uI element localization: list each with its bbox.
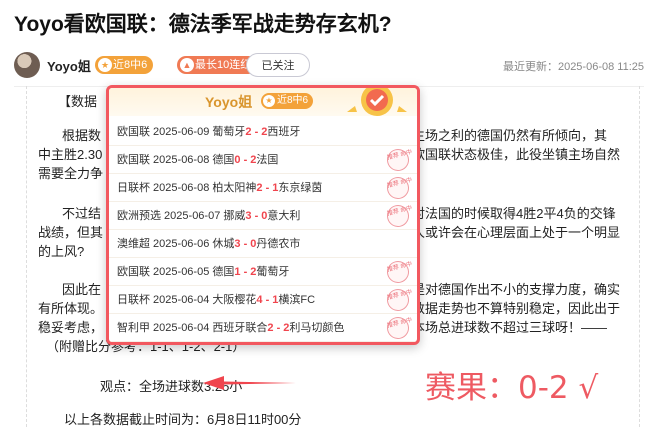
- flame-icon: ▲: [180, 58, 194, 72]
- para-fragment: 稳妥考虑，: [38, 320, 104, 335]
- hit-stamp-icon: 推荐 命中: [384, 174, 413, 202]
- popup-title: Yoyo姐: [205, 94, 253, 110]
- para-fragment: 需要全力争: [38, 166, 104, 181]
- para-fragment: 【数据: [58, 94, 98, 109]
- match-score: 2 - 1: [256, 182, 279, 194]
- streak-label: 最长10连红: [195, 59, 252, 71]
- hit-stamp-icon: 推荐 命中: [384, 314, 413, 342]
- popup-header: Yoyo姐 ★ 近8中6: [109, 88, 417, 116]
- para-fragment: 数据走势也不算特别稳定，因此出于: [412, 301, 621, 316]
- avatar[interactable]: [14, 52, 40, 78]
- match-score: 0 - 2: [234, 154, 257, 166]
- para-fragment: 不过结: [62, 206, 102, 221]
- popup-badge: ★ 近8中6: [261, 93, 314, 109]
- match-row[interactable]: 日联杯 2025-06-04 大阪樱花4 - 1横滨FC 推荐 命中: [109, 286, 417, 314]
- hit-stamp-icon: 推荐 命中: [384, 286, 413, 314]
- author-name[interactable]: Yoyo姐: [47, 56, 91, 75]
- recent-record-badge[interactable]: ★ 近8中6: [95, 56, 154, 74]
- match-info: 日联杯 2025-06-08 柏太阳神: [117, 182, 257, 194]
- match-info: 澳维超 2025-06-06 休城: [117, 238, 235, 250]
- match-info: 欧国联 2025-06-08 德国: [117, 154, 235, 166]
- match-away-team: 意大利: [267, 210, 301, 222]
- medal-icon: [347, 88, 407, 116]
- para-fragment: 的上风?: [38, 244, 85, 259]
- para-fragment: 人或许会在心理层面上处于一个明显: [412, 225, 621, 240]
- recent-record-label: 近8中6: [113, 59, 148, 71]
- match-away-team: 法国: [256, 154, 279, 166]
- match-score: 2 - 2: [245, 126, 268, 138]
- match-score: 4 - 1: [256, 294, 279, 306]
- match-row[interactable]: 欧国联 2025-06-09 葡萄牙2 - 2西班牙: [109, 118, 417, 146]
- follow-button[interactable]: 已关注: [246, 53, 310, 77]
- para-fragment: 是对德国作出不小的支撑力度，确实: [412, 282, 621, 297]
- para-fragment: 本场总进球数不超过三球呀！——: [412, 320, 608, 335]
- match-away-team: 横滨FC: [278, 294, 316, 306]
- para-fragment: 战绩，但其: [38, 225, 104, 240]
- match-info: 智利甲 2025-06-04 西班牙联合: [117, 322, 268, 334]
- match-info: 欧国联 2025-06-05 德国: [117, 266, 235, 278]
- result-annotation: 赛果：0-2 √: [425, 370, 599, 406]
- hit-stamp-icon: 推荐 命中: [384, 146, 413, 174]
- popup-badge-label: 近8中6: [277, 95, 309, 106]
- para-fragment: 根据数: [62, 128, 102, 143]
- match-row[interactable]: 日联杯 2025-06-08 柏太阳神2 - 1东京绿茵 推荐 命中: [109, 174, 417, 202]
- match-row[interactable]: 欧国联 2025-06-08 德国0 - 2法国 推荐 命中: [109, 146, 417, 174]
- match-away-team: 葡萄牙: [256, 266, 290, 278]
- match-row[interactable]: 澳维超 2025-06-06 休城3 - 0丹德农市: [109, 230, 417, 258]
- match-info: 欧洲预选 2025-06-07 挪威: [117, 210, 246, 222]
- match-info: 欧国联 2025-06-09 葡萄牙: [117, 126, 246, 138]
- match-away-team: 利马切颜色: [289, 322, 345, 334]
- para-fragment: 有所体现。: [38, 301, 104, 316]
- star-icon: ★: [263, 95, 275, 107]
- record-popup: Yoyo姐 ★ 近8中6 欧国联 2025-06-09 葡萄牙2 - 2西班牙欧…: [106, 85, 420, 345]
- match-away-team: 丹德农市: [256, 238, 301, 250]
- match-score: 1 - 2: [234, 266, 257, 278]
- match-score: 2 - 2: [267, 322, 290, 334]
- para-fragment: 主场之利的德国仍然有所倾向，其: [412, 128, 608, 143]
- para-fragment: 欧国联状态极佳，此役坐镇主场自然: [412, 147, 621, 162]
- hit-stamp-icon: 推荐 命中: [384, 202, 413, 230]
- match-away-team: 东京绿茵: [278, 182, 323, 194]
- author-bar: Yoyo姐 ★ 近8中6 ▲ 最长10连红 已关注 最近更新：2025-06-0…: [14, 52, 644, 78]
- hit-stamp-icon: 推荐 命中: [384, 258, 413, 286]
- para-fragment: 中主胜2.30: [38, 147, 103, 162]
- page-title: Yoyo看欧国联：德法季军战走势存玄机?: [14, 13, 392, 36]
- match-score: 3 - 0: [234, 238, 257, 250]
- para-fragment: 因此在: [62, 282, 102, 297]
- match-row[interactable]: 欧洲预选 2025-06-07 挪威3 - 0意大利 推荐 命中: [109, 202, 417, 230]
- arrow-icon: [203, 376, 296, 390]
- match-score: 3 - 0: [245, 210, 268, 222]
- match-away-team: 西班牙: [267, 126, 301, 138]
- para-fragment: 以上各数据截止时间为：6月8日11时00分: [64, 412, 302, 427]
- match-row[interactable]: 智利甲 2025-06-04 西班牙联合2 - 2利马切颜色 推荐 命中: [109, 314, 417, 342]
- star-icon: ★: [98, 58, 112, 72]
- match-row[interactable]: 欧国联 2025-06-05 德国1 - 2葡萄牙 推荐 命中: [109, 258, 417, 286]
- last-updated: 最近更新：2025-06-08 11:25: [502, 61, 644, 73]
- match-info: 日联杯 2025-06-04 大阪樱花: [117, 294, 257, 306]
- para-fragment: 对法国的时候取得4胜2平4负的交锋: [412, 206, 616, 221]
